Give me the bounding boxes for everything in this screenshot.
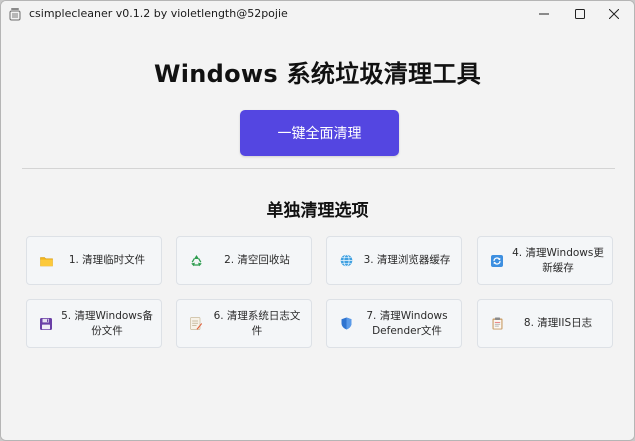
clean-windows-update-cache-button[interactable]: 4. 清理Windows更新缓存 xyxy=(477,236,613,285)
refresh-icon xyxy=(490,254,504,268)
option-label: 3. 清理浏览器缓存 xyxy=(363,254,451,266)
clean-windows-backup-files-button[interactable]: 5. 清理Windows备份文件 xyxy=(26,299,162,348)
option-label: 1. 清理临时文件 xyxy=(68,254,146,266)
page-title: Windows 系统垃圾清理工具 xyxy=(153,60,482,88)
option-label: 8. 清理IIS日志 xyxy=(523,317,593,329)
clean-browser-cache-button[interactable]: 3. 清理浏览器缓存 xyxy=(326,236,462,285)
minimize-icon xyxy=(539,13,549,15)
app-broom-icon xyxy=(9,8,21,21)
section-title: 单独清理选项 xyxy=(266,201,369,221)
client-area: Windows 系统垃圾清理工具 一键全面清理 单独清理选项 1. 清理临时文件 xyxy=(1,27,634,440)
divider xyxy=(22,168,615,169)
app-window: csimplecleaner v0.1.2 by violetlength@52… xyxy=(0,0,635,441)
close-button[interactable] xyxy=(594,1,634,27)
folder-icon xyxy=(39,254,53,268)
option-label: 7. 清理Windows Defender文件 xyxy=(366,309,448,337)
close-icon xyxy=(609,9,619,19)
option-label: 5. 清理Windows备份文件 xyxy=(61,309,153,337)
option-label: 2. 清空回收站 xyxy=(224,254,290,266)
maximize-icon xyxy=(575,9,585,19)
clean-temp-files-button[interactable]: 1. 清理临时文件 xyxy=(26,236,162,285)
recycle-icon xyxy=(189,254,203,268)
option-label: 6. 清理系统日志文件 xyxy=(213,309,301,337)
floppy-disk-icon xyxy=(39,317,53,331)
one-click-clean-button[interactable]: 一键全面清理 xyxy=(240,110,399,156)
title-bar[interactable]: csimplecleaner v0.1.2 by violetlength@52… xyxy=(1,1,634,27)
shield-icon xyxy=(339,317,353,331)
empty-recycle-bin-button[interactable]: 2. 清空回收站 xyxy=(176,236,312,285)
clean-windows-defender-files-button[interactable]: 7. 清理Windows Defender文件 xyxy=(326,299,462,348)
option-label: 4. 清理Windows更新缓存 xyxy=(512,246,604,274)
globe-icon xyxy=(339,254,353,268)
clean-iis-logs-button[interactable]: 8. 清理IIS日志 xyxy=(477,299,613,348)
memo-icon xyxy=(189,317,203,331)
clean-system-log-files-button[interactable]: 6. 清理系统日志文件 xyxy=(176,299,312,348)
window-title: csimplecleaner v0.1.2 by violetlength@52… xyxy=(29,7,288,20)
clipboard-icon xyxy=(490,317,504,331)
